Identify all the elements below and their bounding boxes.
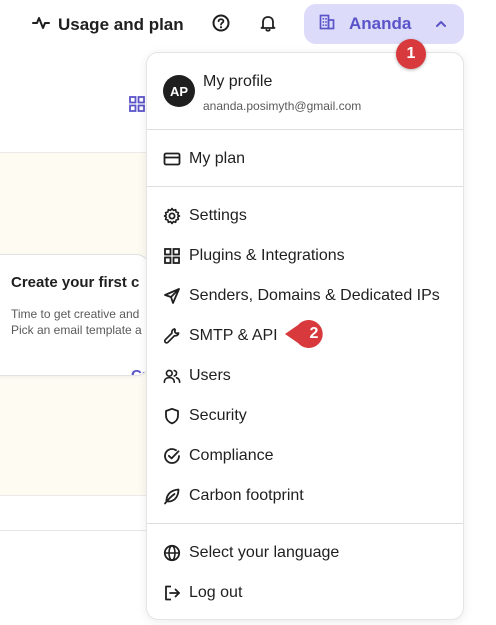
my-profile-label: My profile — [203, 73, 273, 90]
send-icon — [163, 287, 181, 305]
credit-card-icon — [163, 150, 181, 168]
compliance-label: Compliance — [189, 447, 274, 464]
wrench-icon — [163, 327, 181, 345]
usage-and-plan-label: Usage and plan — [58, 15, 184, 34]
globe-icon — [163, 544, 181, 562]
account-menu-button[interactable]: Ananda — [304, 4, 464, 44]
compliance-item[interactable]: Compliance — [147, 438, 463, 474]
log-out-label: Log out — [189, 584, 243, 601]
plugins-integrations-label: Plugins & Integrations — [189, 247, 345, 264]
carbon-footprint-label: Carbon footprint — [189, 487, 304, 504]
carbon-footprint-item[interactable]: Carbon footprint — [147, 478, 463, 514]
gear-icon — [163, 207, 181, 225]
divider — [0, 530, 150, 531]
step-badge-2-label: 2 — [309, 325, 319, 342]
building-icon — [318, 13, 336, 36]
select-language-item[interactable]: Select your language — [147, 535, 463, 571]
plugins-integrations-item[interactable]: Plugins & Integrations — [147, 238, 463, 274]
my-plan-label: My plan — [189, 150, 246, 167]
menu-separator — [147, 523, 463, 524]
card-text-line: Pick an email template a — [11, 323, 142, 337]
profile-email: ananda.posimyth@gmail.com — [203, 99, 362, 113]
security-label: Security — [189, 407, 247, 424]
help-button[interactable] — [208, 12, 234, 38]
settings-label: Settings — [189, 207, 247, 224]
avatar: AP — [163, 75, 195, 107]
my-plan-item[interactable]: My plan — [147, 141, 463, 177]
security-item[interactable]: Security — [147, 398, 463, 434]
senders-domains-label: Senders, Domains & Dedicated IPs — [189, 287, 440, 304]
logout-icon — [163, 584, 181, 602]
leaf-icon — [163, 487, 181, 505]
card-title: Create your first c — [11, 274, 140, 291]
check-circle-icon — [163, 447, 181, 465]
users-label: Users — [189, 367, 231, 384]
step-badge-2: 2 — [284, 318, 330, 350]
usage-and-plan-button[interactable]: Usage and plan — [32, 12, 184, 38]
step-badge-1: 1 — [396, 39, 426, 69]
account-name: Ananda — [349, 14, 412, 33]
users-item[interactable]: Users — [147, 358, 463, 394]
help-icon — [212, 14, 230, 37]
shield-icon — [163, 407, 181, 425]
bell-icon — [259, 14, 277, 37]
chevron-up-icon — [434, 17, 448, 36]
grid-icon — [163, 247, 181, 265]
menu-separator — [147, 129, 463, 130]
card-text-line: Time to get creative and — [11, 307, 140, 321]
log-out-item[interactable]: Log out — [147, 575, 463, 611]
select-language-label: Select your language — [189, 544, 340, 561]
create-campaign-card: Create your first c Time to get creative… — [0, 254, 150, 376]
settings-item[interactable]: Settings — [147, 198, 463, 234]
grid-icon — [129, 96, 145, 117]
users-icon — [163, 367, 181, 385]
smtp-api-label: SMTP & API — [189, 327, 278, 344]
senders-domains-item[interactable]: Senders, Domains & Dedicated IPs — [147, 278, 463, 314]
notifications-button[interactable] — [255, 12, 281, 38]
menu-separator — [147, 186, 463, 187]
activity-icon — [32, 14, 50, 37]
